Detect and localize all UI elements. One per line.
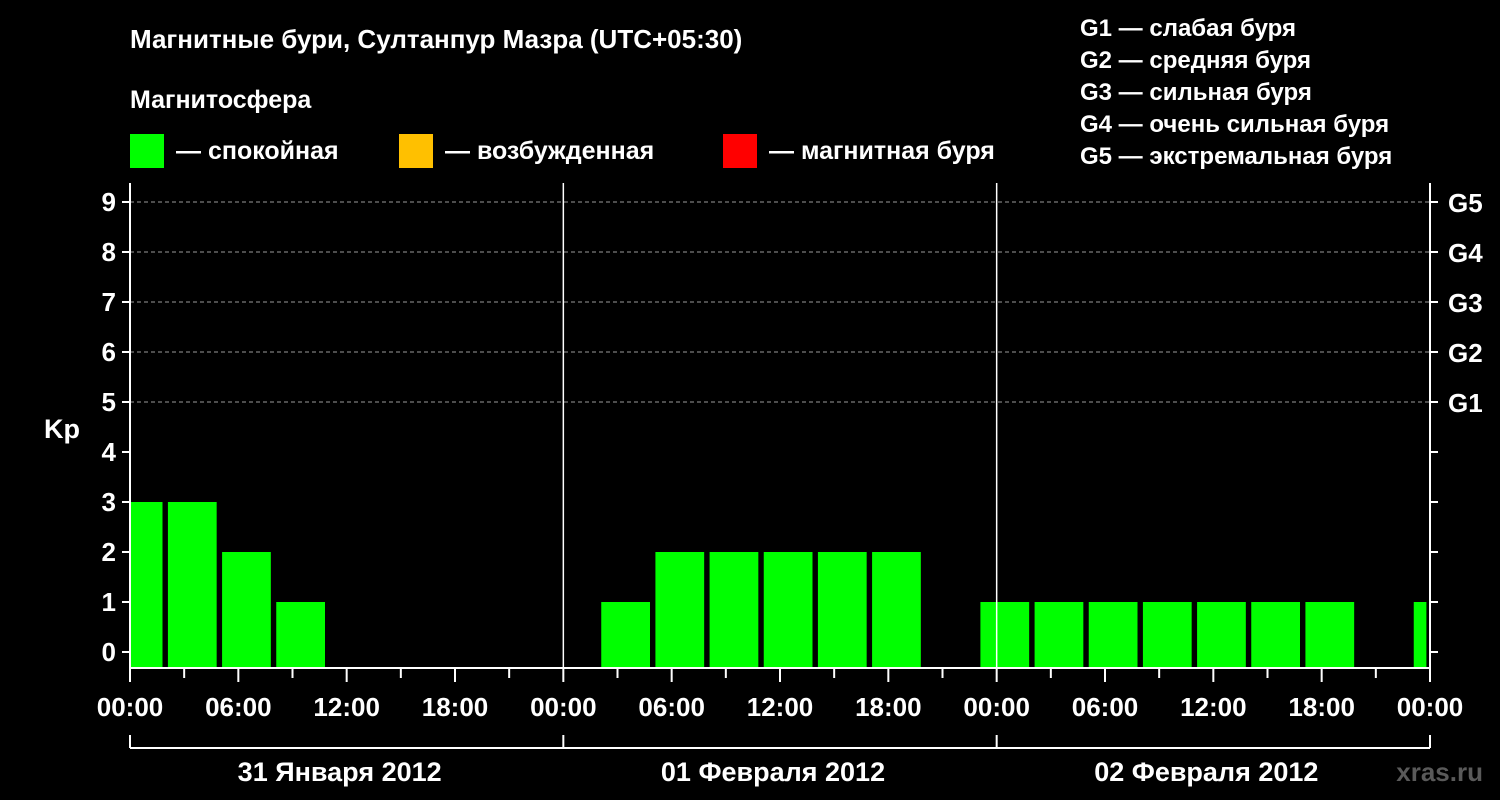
kp-bar-11 — [1034, 602, 1084, 668]
y-tick-label-8: 8 — [102, 237, 116, 267]
x-tick-label-2: 12:00 — [313, 692, 380, 722]
legend-item-storm: — магнитная буря — [723, 134, 995, 168]
legend-label-storm: — магнитная буря — [769, 136, 995, 165]
kp-bar-10 — [980, 602, 1030, 668]
y-tick-label-2: 2 — [102, 537, 116, 567]
day-label-1: 01 Февраля 2012 — [661, 757, 885, 787]
y-tick-label-4: 4 — [102, 437, 117, 467]
x-tick-label-9: 06:00 — [1072, 692, 1139, 722]
y-tick-label-5: 5 — [102, 387, 116, 417]
kp-bar-9 — [872, 552, 921, 668]
legend-heading: Магнитосфера — [130, 86, 312, 114]
y-tick-label-6: 6 — [102, 337, 116, 367]
x-tick-label-6: 12:00 — [747, 692, 814, 722]
kp-bar-0 — [130, 502, 163, 668]
x-tick-label-3: 18:00 — [422, 692, 489, 722]
chart-title: Магнитные бури, Султанпур Мазра (UTC+05:… — [130, 24, 743, 54]
y-tick-label-3: 3 — [102, 487, 116, 517]
day-label-2: 02 Февраля 2012 — [1094, 757, 1318, 787]
kp-bar-8 — [817, 552, 867, 668]
kp-bar-7 — [763, 552, 813, 668]
y-tick-label-0: 0 — [102, 637, 116, 667]
x-tick-label-11: 18:00 — [1288, 692, 1355, 722]
kp-bar-4 — [601, 602, 650, 668]
y-tick-label-7: 7 — [102, 287, 116, 317]
g-level-list: G1 — слабая буря G2 — средняя буря G3 — … — [1080, 13, 1392, 173]
kp-bar-12 — [1088, 602, 1138, 668]
g-level-g2: G2 — средняя буря — [1080, 47, 1311, 74]
y-axis-label: Kp — [44, 414, 80, 444]
y-tick-label-9: 9 — [102, 187, 116, 217]
g-tick-label-g5: G5 — [1448, 188, 1483, 218]
day-label-0: 31 Января 2012 — [238, 757, 442, 787]
legend-item-quiet: — спокойная — [130, 134, 339, 168]
kp-bar-3 — [276, 602, 325, 668]
x-tick-label-0: 00:00 — [97, 692, 164, 722]
kp-bar-16 — [1305, 602, 1355, 668]
g-level-g4: G4 — очень сильная буря — [1080, 111, 1390, 138]
x-tick-label-5: 06:00 — [638, 692, 705, 722]
legend-label-unsettled: — возбужденная — [445, 136, 655, 165]
x-tick-label-4: 00:00 — [530, 692, 597, 722]
kp-bar-2 — [222, 552, 271, 668]
x-tick-label-10: 12:00 — [1180, 692, 1247, 722]
g-tick-label-g2: G2 — [1448, 338, 1483, 368]
g-tick-label-g3: G3 — [1448, 288, 1483, 318]
g-level-g3: G3 — сильная буря — [1080, 79, 1312, 106]
legend-swatch-unsettled — [399, 134, 433, 168]
kp-bar-17 — [1413, 602, 1427, 668]
kp-bar-1 — [167, 502, 217, 668]
x-tick-label-12: 00:00 — [1397, 692, 1464, 722]
legend-swatch-storm — [723, 134, 757, 168]
kp-bar-6 — [709, 552, 759, 668]
kp-bar-13 — [1142, 602, 1192, 668]
legend-item-unsettled: — возбужденная — [399, 134, 654, 168]
g-tick-label-g4: G4 — [1448, 238, 1483, 268]
legend-swatch-quiet — [130, 134, 164, 168]
g-level-g5: G5 — экстремальная буря — [1080, 143, 1393, 170]
x-tick-label-7: 18:00 — [855, 692, 922, 722]
kp-bar-5 — [655, 552, 705, 668]
watermark: xras.ru — [1396, 757, 1483, 787]
kp-bar-14 — [1197, 602, 1246, 668]
g-tick-label-g1: G1 — [1448, 388, 1483, 418]
g-level-g1: G1 — слабая буря — [1080, 15, 1297, 42]
x-tick-label-1: 06:00 — [205, 692, 272, 722]
x-tick-label-8: 00:00 — [963, 692, 1030, 722]
y-tick-label-1: 1 — [102, 587, 116, 617]
kp-bar-15 — [1251, 602, 1300, 668]
legend-label-quiet: — спокойная — [176, 136, 339, 165]
